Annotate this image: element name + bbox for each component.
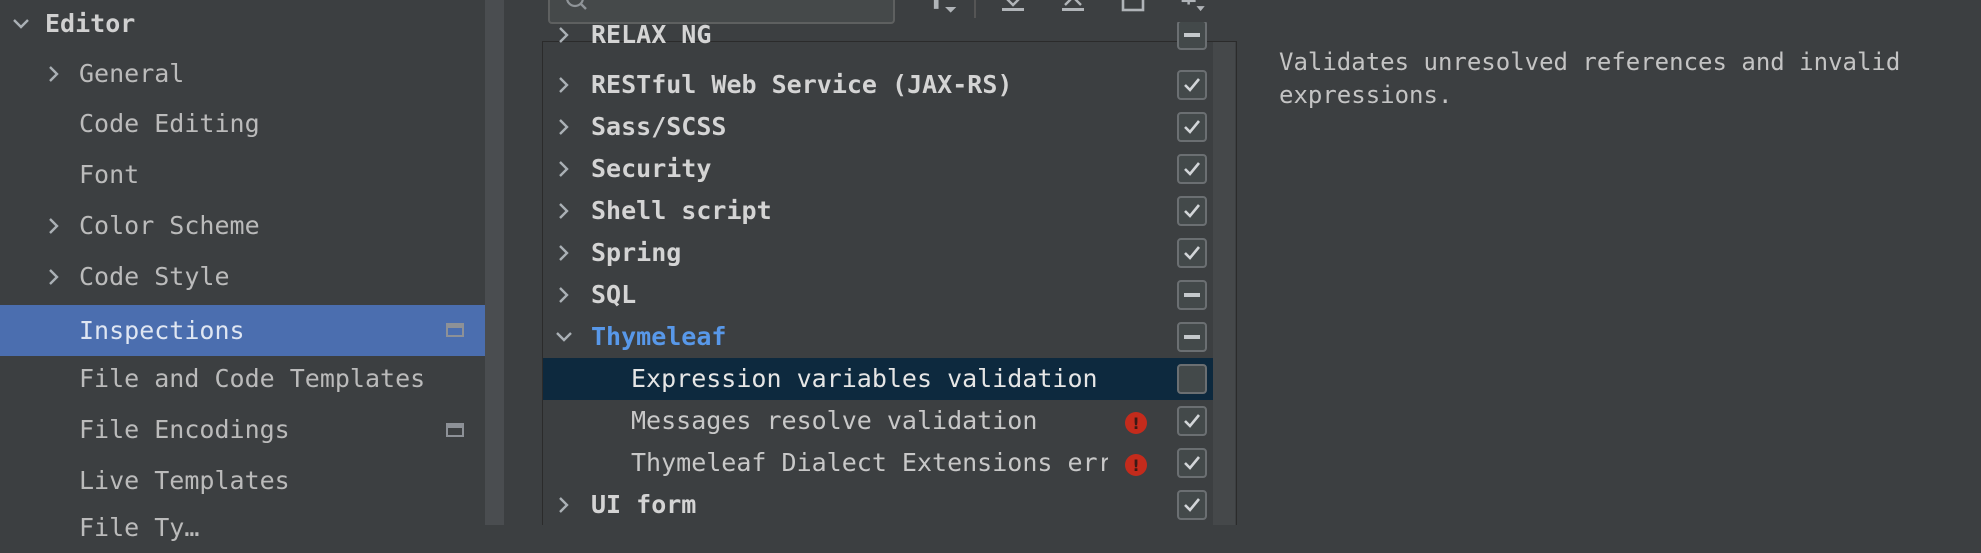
- tree-row-label: Spring: [591, 238, 682, 267]
- partial-checkbox[interactable]: [1177, 280, 1207, 310]
- sidebar-item-general[interactable]: General: [0, 48, 485, 99]
- sidebar-item-file-encodings[interactable]: File Encodings: [0, 404, 485, 455]
- tree-row-relax-ng[interactable]: RELAX NG: [543, 22, 1213, 56]
- reset-icon[interactable]: [1119, 0, 1147, 20]
- sidebar-item-live-templates[interactable]: Live Templates: [0, 455, 485, 506]
- tree-row-label: UI form: [591, 490, 697, 519]
- tree-row-ui-form[interactable]: UI form: [543, 484, 1213, 526]
- tree-row-label: Shell script: [591, 196, 772, 225]
- sidebar-scrollbar[interactable]: [485, 0, 504, 525]
- sidebar-section-title: Editor: [45, 9, 136, 38]
- sidebar-item-label: Code Style: [79, 262, 230, 291]
- chevron-right-icon[interactable]: [553, 494, 575, 516]
- chevron-right-icon[interactable]: [553, 24, 575, 46]
- tree-row-label: SQL: [591, 280, 637, 309]
- sidebar-item-label: File and Code Templates: [79, 364, 426, 393]
- sidebar-item-label: Code Editing: [79, 109, 260, 138]
- checked-checkbox[interactable]: [1177, 70, 1207, 100]
- chevron-right-icon[interactable]: [553, 200, 575, 222]
- chevron-down-icon[interactable]: [553, 326, 575, 348]
- tree-row-sql[interactable]: SQL: [543, 274, 1213, 316]
- sidebar-item-inspections[interactable]: Inspections: [0, 305, 504, 356]
- tree-row-shell-script[interactable]: Shell script: [543, 190, 1213, 232]
- expand-all-icon[interactable]: [999, 0, 1027, 20]
- unchecked-checkbox[interactable]: [1177, 364, 1207, 394]
- sidebar-item-code-editing[interactable]: Code Editing: [0, 98, 485, 149]
- chevron-right-icon[interactable]: [43, 63, 65, 85]
- chevron-right-icon[interactable]: [553, 74, 575, 96]
- chevron-right-icon[interactable]: [553, 242, 575, 264]
- tree-row-messages-resolve-validation[interactable]: Messages resolve validation !: [543, 400, 1213, 442]
- partial-checkbox[interactable]: [1177, 22, 1207, 50]
- search-input[interactable]: [548, 0, 895, 24]
- error-severity-icon: !: [1125, 454, 1147, 476]
- add-icon[interactable]: [1180, 0, 1208, 20]
- tree-row-label: Messages resolve validation: [631, 406, 1038, 435]
- chevron-right-icon[interactable]: [43, 266, 65, 288]
- tree-row-label: RESTful Web Service (JAX-RS): [591, 70, 1013, 99]
- chevron-right-icon[interactable]: [43, 215, 65, 237]
- chevron-down-icon[interactable]: [10, 13, 32, 35]
- checked-checkbox[interactable]: [1177, 238, 1207, 268]
- sidebar-item-file-types[interactable]: File Ty…: [0, 502, 485, 553]
- checked-checkbox[interactable]: [1177, 490, 1207, 520]
- settings-sidebar: Editor General Code Editing Font Color S…: [0, 0, 504, 542]
- tree-row-label: Sass/SCSS: [591, 112, 727, 141]
- tree-row-security[interactable]: Security: [543, 148, 1213, 190]
- sidebar-item-color-scheme[interactable]: Color Scheme: [0, 200, 485, 251]
- tree-scrollbar[interactable]: [1213, 42, 1235, 525]
- tree-row-thymeleaf-dialect-extensions[interactable]: Thymeleaf Dialect Extensions errors !: [543, 442, 1213, 484]
- chevron-right-icon[interactable]: [553, 116, 575, 138]
- partial-checkbox[interactable]: [1177, 322, 1207, 352]
- chevron-right-icon[interactable]: [553, 158, 575, 180]
- sidebar-item-label: Color Scheme: [79, 211, 260, 240]
- chevron-right-icon[interactable]: [553, 284, 575, 306]
- tree-row-label: Thymeleaf: [591, 322, 727, 351]
- checked-checkbox[interactable]: [1177, 154, 1207, 184]
- project-level-icon: [446, 423, 464, 437]
- checked-checkbox[interactable]: [1177, 406, 1207, 436]
- sidebar-item-label: File Encodings: [79, 415, 290, 444]
- tree-row-label: Thymeleaf Dialect Extensions errors: [631, 448, 1108, 477]
- sidebar-item-file-and-code-templates[interactable]: File and Code Templates: [0, 353, 485, 404]
- sidebar-item-font[interactable]: Font: [0, 149, 485, 200]
- tree-row-label: Security: [591, 154, 712, 183]
- project-level-icon: [446, 323, 464, 337]
- sidebar-item-label: General: [79, 59, 185, 88]
- tree-row-spring[interactable]: Spring: [543, 232, 1213, 274]
- error-severity-icon: !: [1125, 412, 1147, 434]
- sidebar-item-label: Inspections: [79, 316, 245, 345]
- sidebar-section-editor[interactable]: Editor: [0, 0, 485, 49]
- checked-checkbox[interactable]: [1177, 112, 1207, 142]
- tree-row-label: Expression variables validation: [631, 364, 1098, 393]
- tree-row-restful[interactable]: RESTful Web Service (JAX-RS): [543, 64, 1213, 106]
- filter-icon[interactable]: [932, 0, 960, 20]
- sidebar-item-label: File Ty…: [79, 513, 200, 542]
- checked-checkbox[interactable]: [1177, 196, 1207, 226]
- sidebar-item-code-style[interactable]: Code Style: [0, 251, 485, 302]
- sidebar-item-label: Font: [79, 160, 140, 189]
- tree-row-label: RELAX NG: [591, 22, 712, 49]
- inspection-description: Validates unresolved references and inva…: [1279, 48, 1901, 109]
- sidebar-item-label: Live Templates: [79, 466, 290, 495]
- checked-checkbox[interactable]: [1177, 448, 1207, 478]
- toolbar-separator: [974, 0, 976, 18]
- tree-row-expression-variables-validation[interactable]: Expression variables validation: [543, 358, 1213, 400]
- search-icon: [564, 0, 590, 18]
- tree-row-thymeleaf[interactable]: Thymeleaf: [543, 316, 1213, 358]
- tree-row-sass-scss[interactable]: Sass/SCSS: [543, 106, 1213, 148]
- collapse-all-icon[interactable]: [1059, 0, 1087, 20]
